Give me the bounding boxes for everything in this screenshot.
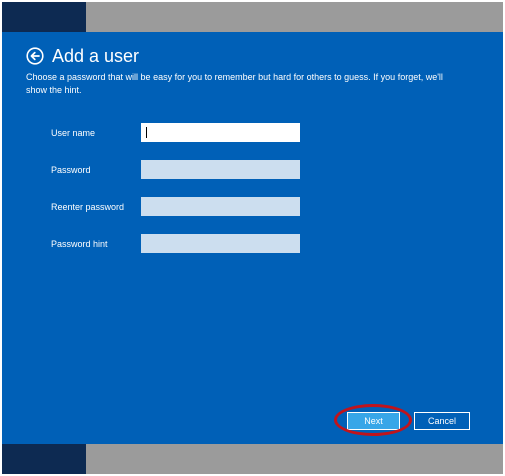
add-user-dialog: Add a user Choose a password that will b… bbox=[2, 32, 503, 444]
password-row: Password bbox=[51, 160, 311, 180]
reenter-password-input[interactable] bbox=[141, 197, 300, 216]
reenter-password-label: Reenter password bbox=[51, 202, 125, 212]
cancel-button[interactable]: Cancel bbox=[414, 412, 470, 430]
screenshot-frame: Add a user Choose a password that will b… bbox=[2, 2, 503, 474]
user-name-input[interactable] bbox=[141, 123, 300, 142]
password-input[interactable] bbox=[141, 160, 300, 179]
password-hint-row: Password hint bbox=[51, 234, 311, 254]
password-label: Password bbox=[51, 165, 91, 175]
user-name-label: User name bbox=[51, 128, 96, 138]
password-hint-input[interactable] bbox=[141, 234, 300, 253]
bottom-dark-strip bbox=[2, 444, 86, 474]
next-button[interactable]: Next bbox=[347, 412, 400, 430]
reenter-password-row: Reenter password bbox=[51, 197, 311, 217]
dialog-header: Add a user bbox=[26, 45, 139, 67]
text-caret bbox=[146, 127, 147, 138]
page-title: Add a user bbox=[52, 46, 140, 66]
top-dark-strip bbox=[2, 2, 86, 32]
password-hint-label: Password hint bbox=[51, 239, 108, 249]
user-name-row: User name bbox=[51, 123, 311, 143]
dialog-description: Choose a password that will be easy for … bbox=[26, 72, 443, 95]
back-arrow-icon[interactable] bbox=[26, 47, 44, 65]
